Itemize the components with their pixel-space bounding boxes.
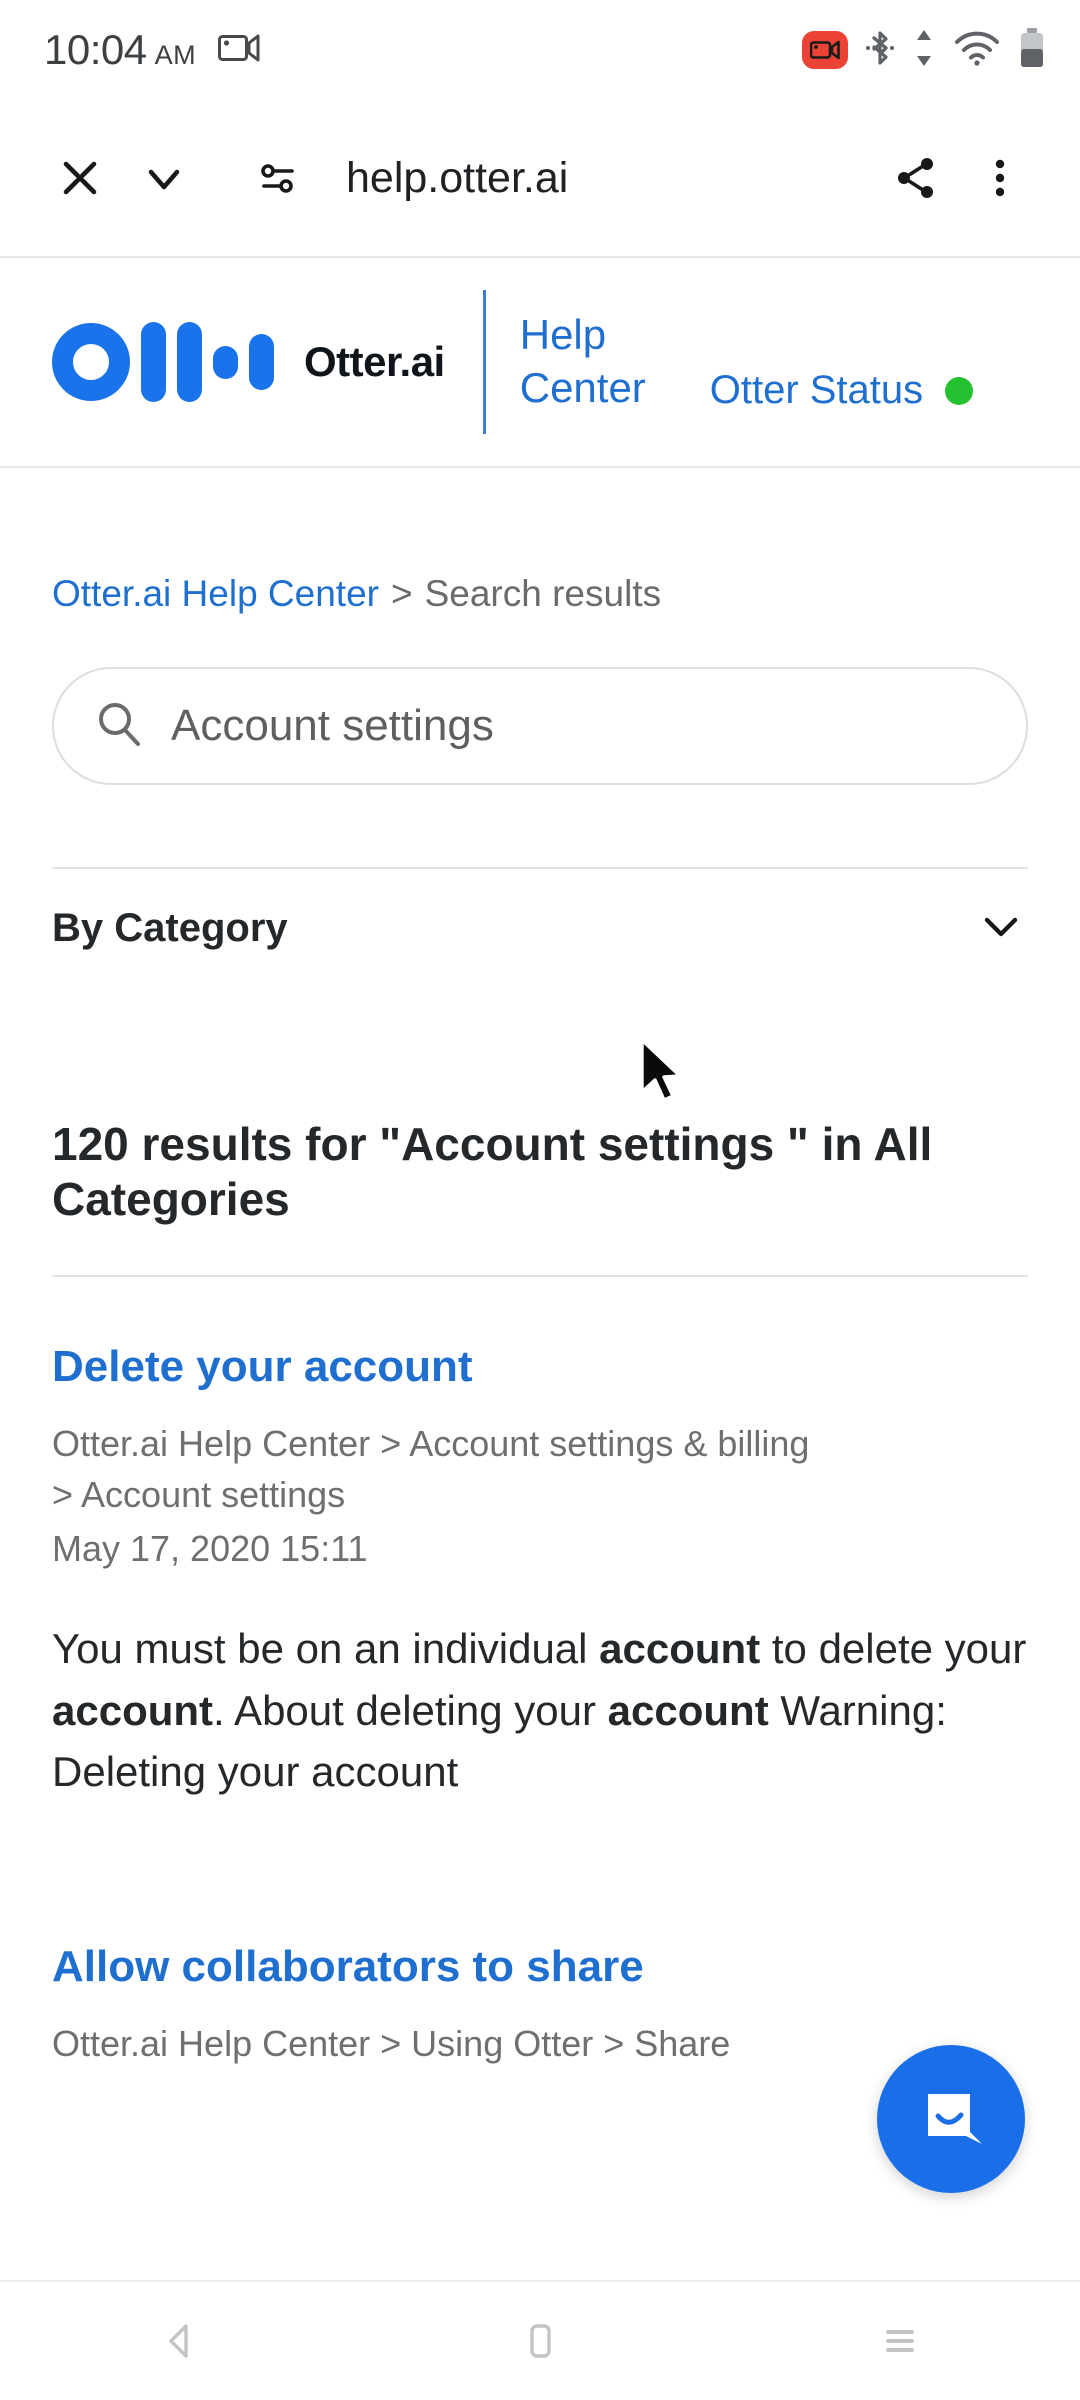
status-bar: 10:04 AM xyxy=(0,0,1080,100)
search-icon xyxy=(94,699,144,754)
bluetooth-icon xyxy=(865,28,895,73)
nav-recents-button[interactable] xyxy=(825,2281,975,2400)
chat-launcher-button[interactable] xyxy=(877,2045,1025,2193)
result-snippet: You must be on an individual account to … xyxy=(52,1618,1028,1803)
breadcrumb: Otter.ai Help Center > Search results xyxy=(52,573,1080,615)
recording-indicator-icon xyxy=(802,31,848,69)
wifi-icon xyxy=(953,29,1001,72)
logo-bar-3 xyxy=(249,334,274,390)
result-breadcrumb: Otter.ai Help Center > Using Otter > Sha… xyxy=(52,2018,1028,2069)
browser-toolbar: help.otter.ai xyxy=(0,100,1080,258)
logo-bar-2 xyxy=(177,322,202,402)
result-title-link[interactable]: Delete your account xyxy=(52,1342,473,1391)
status-bar-right xyxy=(802,27,1046,74)
search-input[interactable]: Account settings xyxy=(52,667,1028,785)
data-transfer-icon xyxy=(912,28,936,73)
header-links: Help Center Otter Status xyxy=(520,309,1046,415)
battery-icon xyxy=(1018,27,1046,74)
category-filter-label: By Category xyxy=(52,905,288,950)
status-indicator-dot xyxy=(945,376,974,405)
result-breadcrumb-line-2: > Account settings xyxy=(52,1473,346,1515)
logo-dot xyxy=(213,345,238,379)
search-result-item[interactable]: Allow collaborators to share Otter.ai He… xyxy=(52,1877,1028,2069)
phone-screen: 10:04 AM help.otter.ai Otter.ai Help Cen… xyxy=(0,0,1080,2400)
chat-bubble-icon xyxy=(914,2080,988,2159)
result-spacer xyxy=(0,1803,1080,1877)
collapse-tab-button[interactable] xyxy=(122,136,206,220)
header-divider xyxy=(482,290,486,434)
overflow-menu-button[interactable] xyxy=(958,136,1042,220)
site-header: Otter.ai Help Center Otter Status xyxy=(0,258,1080,468)
result-breadcrumb: Otter.ai Help Center > Account settings … xyxy=(52,1418,1028,1520)
results-heading: 120 results for "Account settings " in A… xyxy=(52,1118,933,1226)
snippet-text: to delete your xyxy=(760,1624,1027,1672)
snippet-highlight: account xyxy=(52,1686,214,1734)
breadcrumb-current: Search results xyxy=(424,573,662,614)
help-center-link[interactable]: Help Center xyxy=(520,309,706,415)
android-nav-bar xyxy=(0,2280,1080,2400)
result-breadcrumb-line-1: Otter.ai Help Center > Account settings … xyxy=(52,1422,810,1464)
logo-bar-1 xyxy=(141,322,166,402)
search-result-item[interactable]: Delete your account Otter.ai Help Center… xyxy=(52,1277,1028,1803)
result-breadcrumb-line-1: Otter.ai Help Center > Using Otter > Sha… xyxy=(52,2022,731,2064)
otter-status-link[interactable]: Otter Status xyxy=(709,367,974,415)
otter-logo-icon xyxy=(52,322,274,402)
otter-logo-link[interactable]: Otter.ai xyxy=(52,322,445,402)
result-date: May 17, 2020 15:11 xyxy=(52,1527,368,1569)
category-filter[interactable]: By Category xyxy=(52,869,1028,987)
close-tab-button[interactable] xyxy=(38,136,122,220)
page-info-icon[interactable] xyxy=(236,136,320,220)
search-input-value: Account settings xyxy=(171,701,494,750)
chevron-down-icon[interactable] xyxy=(974,899,1028,958)
breadcrumb-root-link[interactable]: Otter.ai Help Center xyxy=(52,573,379,614)
snippet-highlight: account xyxy=(607,1686,769,1734)
status-bar-left: 10:04 AM xyxy=(44,26,260,74)
page-content: Otter.ai Help Center > Search results Acco… xyxy=(0,468,1080,2280)
status-bar-clock: 10:04 AM xyxy=(44,26,197,73)
result-title-link[interactable]: Allow collaborators to share xyxy=(52,1942,644,1991)
screen-record-icon xyxy=(218,31,260,70)
brand-name: Otter.ai xyxy=(304,338,445,385)
nav-home-button[interactable] xyxy=(465,2281,615,2400)
breadcrumb-separator: > xyxy=(390,573,413,614)
nav-back-button[interactable] xyxy=(105,2281,255,2400)
share-button[interactable] xyxy=(874,136,958,220)
otter-status-label: Otter Status xyxy=(709,367,924,412)
snippet-highlight: account xyxy=(599,1624,761,1672)
url-text[interactable]: help.otter.ai xyxy=(346,154,874,203)
snippet-text: . About deleting your xyxy=(213,1686,608,1734)
logo-ring xyxy=(52,323,130,401)
snippet-text: You must be on an individual xyxy=(52,1624,600,1672)
